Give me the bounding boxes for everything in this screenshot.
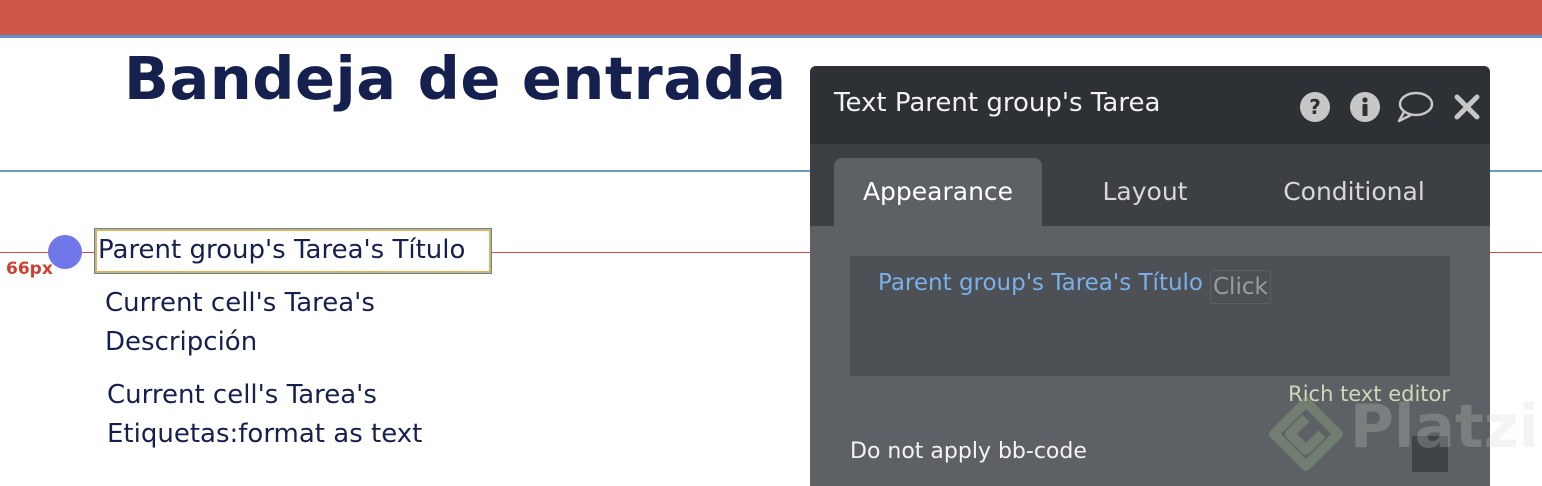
distance-label: 66px (6, 259, 53, 279)
watermark-text: Platzi (1350, 392, 1540, 462)
panel-tab-bar: Appearance Layout Conditional (810, 144, 1490, 226)
panel-header: Text Parent group's Tarea ? (810, 66, 1490, 144)
description-text-line-1[interactable]: Current cell's Tarea's (105, 284, 375, 323)
selected-text-element[interactable]: Parent group's Tarea's Título (94, 228, 492, 274)
editor-top-bar (0, 0, 1542, 35)
svg-text:?: ? (1309, 95, 1321, 119)
tab-appearance[interactable]: Appearance (834, 158, 1042, 226)
page-title[interactable]: Bandeja de entrada (124, 44, 787, 113)
help-icon[interactable]: ? (1298, 90, 1332, 124)
description-text-line-2[interactable]: Descripción (105, 323, 257, 362)
bbcode-option-label: Do not apply bb-code (850, 439, 1087, 464)
click-insert-dynamic[interactable]: Click (1210, 270, 1271, 304)
tags-text-line-2[interactable]: Etiquetas:format as text (107, 415, 422, 454)
platzi-logo-icon (1269, 397, 1343, 471)
tab-layout[interactable]: Layout (1050, 158, 1240, 226)
tab-conditional[interactable]: Conditional (1250, 158, 1458, 226)
panel-title: Text Parent group's Tarea (834, 88, 1161, 118)
tags-text-line-1[interactable]: Current cell's Tarea's (107, 376, 377, 415)
top-bar-divider (0, 35, 1542, 38)
close-icon[interactable] (1450, 90, 1484, 124)
drag-handle[interactable] (48, 235, 82, 269)
text-content-editor[interactable]: Parent group's Tarea's Título Click (850, 256, 1450, 376)
comment-icon[interactable] (1396, 90, 1434, 124)
info-icon[interactable] (1348, 90, 1382, 124)
dynamic-expression[interactable]: Parent group's Tarea's Título (878, 270, 1203, 296)
